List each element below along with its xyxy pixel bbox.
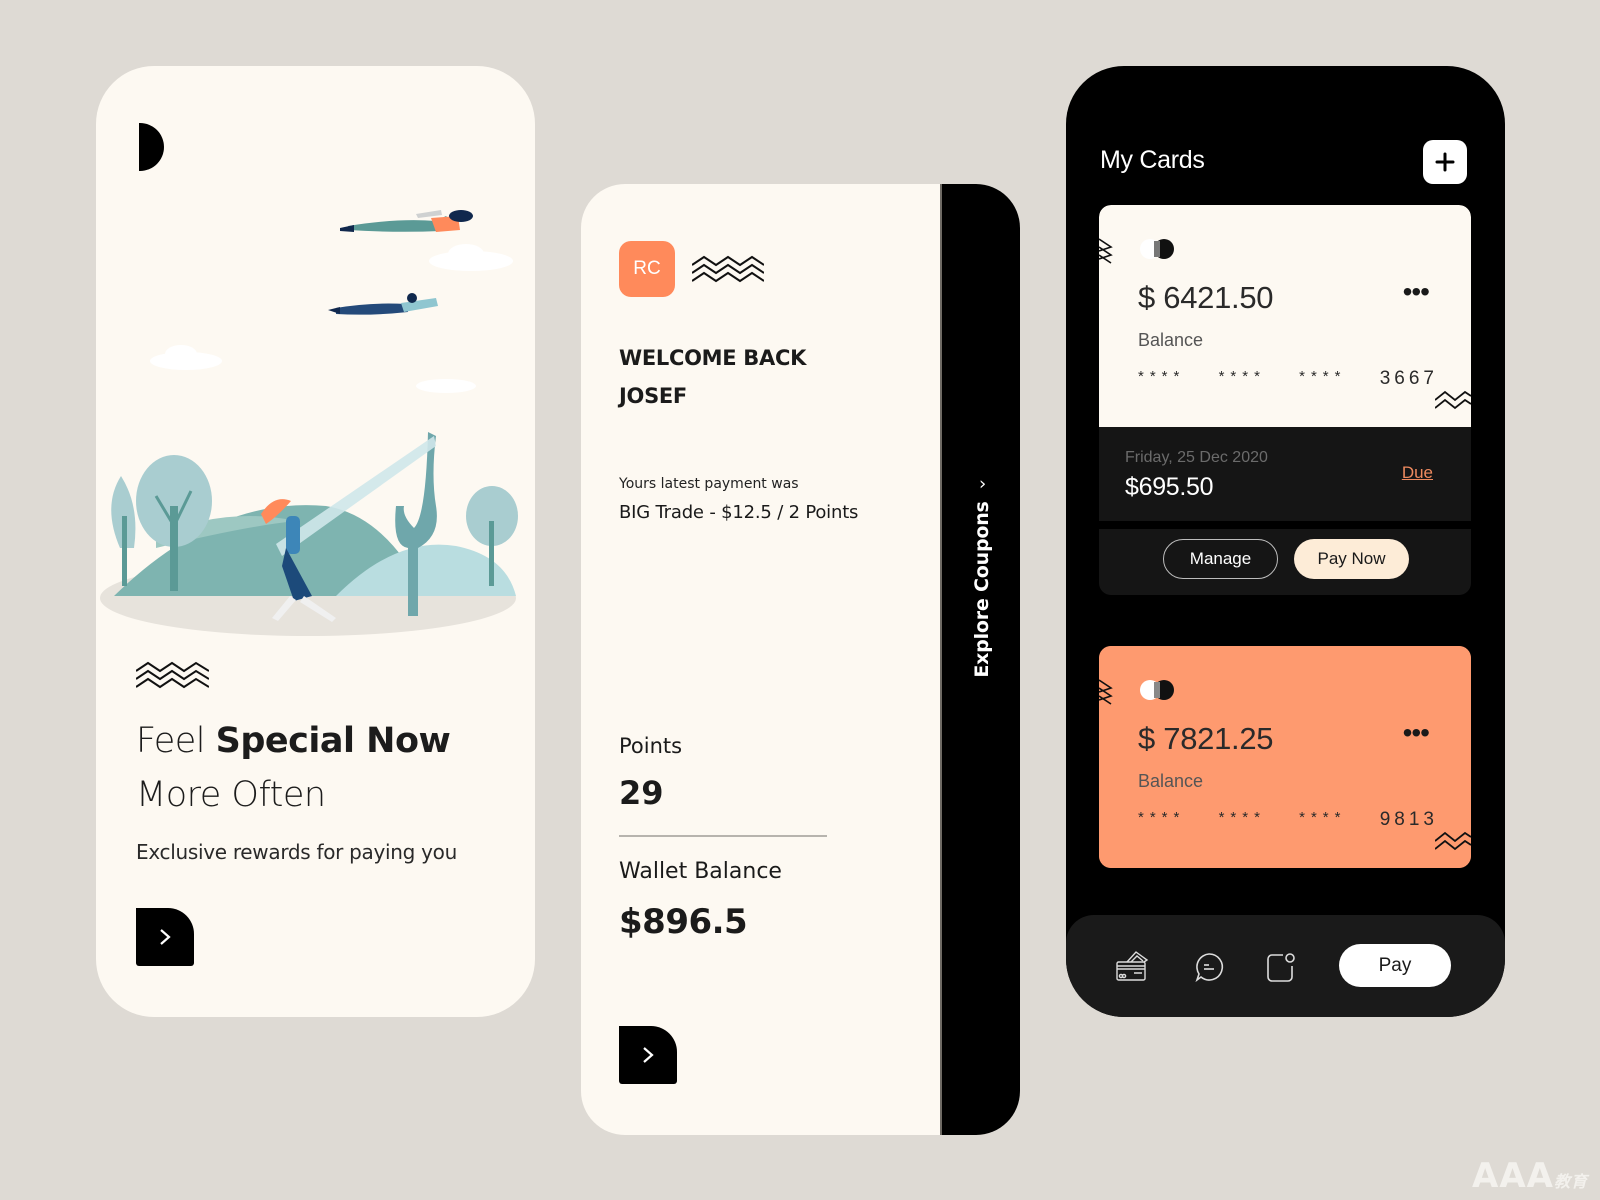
- more-options-icon[interactable]: •••: [1403, 719, 1430, 747]
- page-title: My Cards: [1100, 146, 1205, 174]
- user-name: JOSEF: [619, 384, 687, 408]
- card-2[interactable]: $ 7821.25 ••• Balance **** **** **** 981…: [1099, 646, 1471, 868]
- latest-payment-label: Yours latest payment was: [619, 476, 799, 492]
- welcome-line1: WELCOME BACK: [619, 346, 807, 370]
- zigzag-decoration-icon: [692, 255, 764, 283]
- card-last4: 3667: [1379, 368, 1438, 389]
- onboarding-title: Feel Special Now More Often: [136, 714, 451, 822]
- points-value: 29: [619, 774, 664, 812]
- card-last4: 9813: [1379, 809, 1438, 830]
- bottom-nav: Pay: [1066, 915, 1505, 1017]
- pay-now-button[interactable]: Pay Now: [1294, 539, 1409, 579]
- next-button[interactable]: [136, 908, 194, 966]
- masked-group: ****: [1299, 809, 1347, 826]
- masked-group: ****: [1138, 368, 1186, 385]
- watermark-suffix: 教育: [1553, 1172, 1588, 1191]
- add-card-button[interactable]: [1423, 140, 1467, 184]
- more-options-icon[interactable]: •••: [1403, 278, 1430, 306]
- notification-icon[interactable]: [1263, 950, 1299, 984]
- balance-label: Balance: [1138, 771, 1204, 791]
- explore-coupons-button[interactable]: Explore Coupons ›: [971, 473, 993, 678]
- latest-payment-value: BIG Trade - $12.5 / 2 Points: [619, 502, 859, 523]
- avatar[interactable]: RC: [619, 241, 675, 297]
- zigzag-decoration-icon: [136, 661, 209, 689]
- welcome-heading: WELCOME BACK JOSEF: [619, 339, 806, 415]
- card-brand-icon: [1140, 239, 1174, 259]
- manage-button[interactable]: Manage: [1163, 539, 1278, 579]
- onboarding-subtitle: Exclusive rewards for paying you: [136, 840, 457, 864]
- card-face: $ 7821.25 ••• Balance **** **** **** 981…: [1099, 646, 1471, 868]
- masked-group: ****: [1218, 809, 1266, 826]
- card-balance: $ 7821.25: [1138, 721, 1274, 756]
- watermark-text: AAA: [1472, 1156, 1554, 1196]
- watermark: AAA教育: [1472, 1156, 1588, 1196]
- title-bold: Special Now: [215, 721, 451, 761]
- divider: [1099, 521, 1471, 529]
- card-number: **** **** **** 3667: [1138, 368, 1438, 390]
- card-face: $ 6421.50 ••• Balance **** **** **** 366…: [1099, 205, 1471, 427]
- my-cards-screen: My Cards $ 6421.50 ••• Balance **** ****…: [1066, 66, 1505, 1017]
- masked-group: ****: [1218, 368, 1266, 385]
- title-line2: More Often: [136, 775, 326, 815]
- pay-button[interactable]: Pay: [1339, 944, 1451, 987]
- cards-icon[interactable]: [1114, 950, 1150, 984]
- masked-group: ****: [1299, 368, 1347, 385]
- card-number: **** **** **** 9813: [1138, 809, 1438, 831]
- chat-icon[interactable]: [1191, 950, 1227, 984]
- due-link[interactable]: Due: [1402, 463, 1433, 483]
- chevron-right-icon: [160, 929, 171, 945]
- next-button[interactable]: [619, 1026, 677, 1084]
- divider: [619, 835, 827, 837]
- slingshot-illustration: [100, 210, 518, 636]
- stripe-decoration-icon: [1099, 679, 1113, 705]
- explore-coupons-label: Explore Coupons: [971, 501, 993, 678]
- flying-person-2-icon: [328, 293, 438, 315]
- card-1[interactable]: $ 6421.50 ••• Balance **** **** **** 366…: [1099, 205, 1471, 595]
- masked-group: ****: [1138, 809, 1186, 826]
- title-regular: Feel: [136, 721, 216, 761]
- chevron-right-icon: [643, 1047, 654, 1063]
- card-brand-icon: [1140, 680, 1174, 700]
- flying-person-1-icon: [340, 210, 473, 232]
- chevron-right-icon: ›: [978, 473, 986, 495]
- card-balance: $ 6421.50: [1138, 280, 1274, 315]
- app-logo: [139, 123, 164, 171]
- wallet-balance-value: $896.5: [619, 902, 748, 942]
- due-date: Friday, 25 Dec 2020: [1125, 449, 1268, 466]
- balance-label: Balance: [1138, 330, 1204, 350]
- stripe-decoration-icon: [1099, 238, 1113, 264]
- zigzag-decoration-icon: [1435, 390, 1471, 410]
- explore-coupons-tab[interactable]: Explore Coupons ›: [940, 184, 1020, 1135]
- wallet-balance-label: Wallet Balance: [619, 859, 782, 884]
- due-amount: $695.50: [1125, 473, 1214, 501]
- zigzag-decoration-icon: [1435, 831, 1471, 851]
- welcome-screen: RC WELCOME BACK JOSEF Yours latest payme…: [581, 184, 1020, 1135]
- onboarding-screen: Feel Special Now More Often Exclusive re…: [96, 66, 535, 1017]
- points-label: Points: [619, 734, 683, 758]
- plus-icon: [1435, 152, 1455, 172]
